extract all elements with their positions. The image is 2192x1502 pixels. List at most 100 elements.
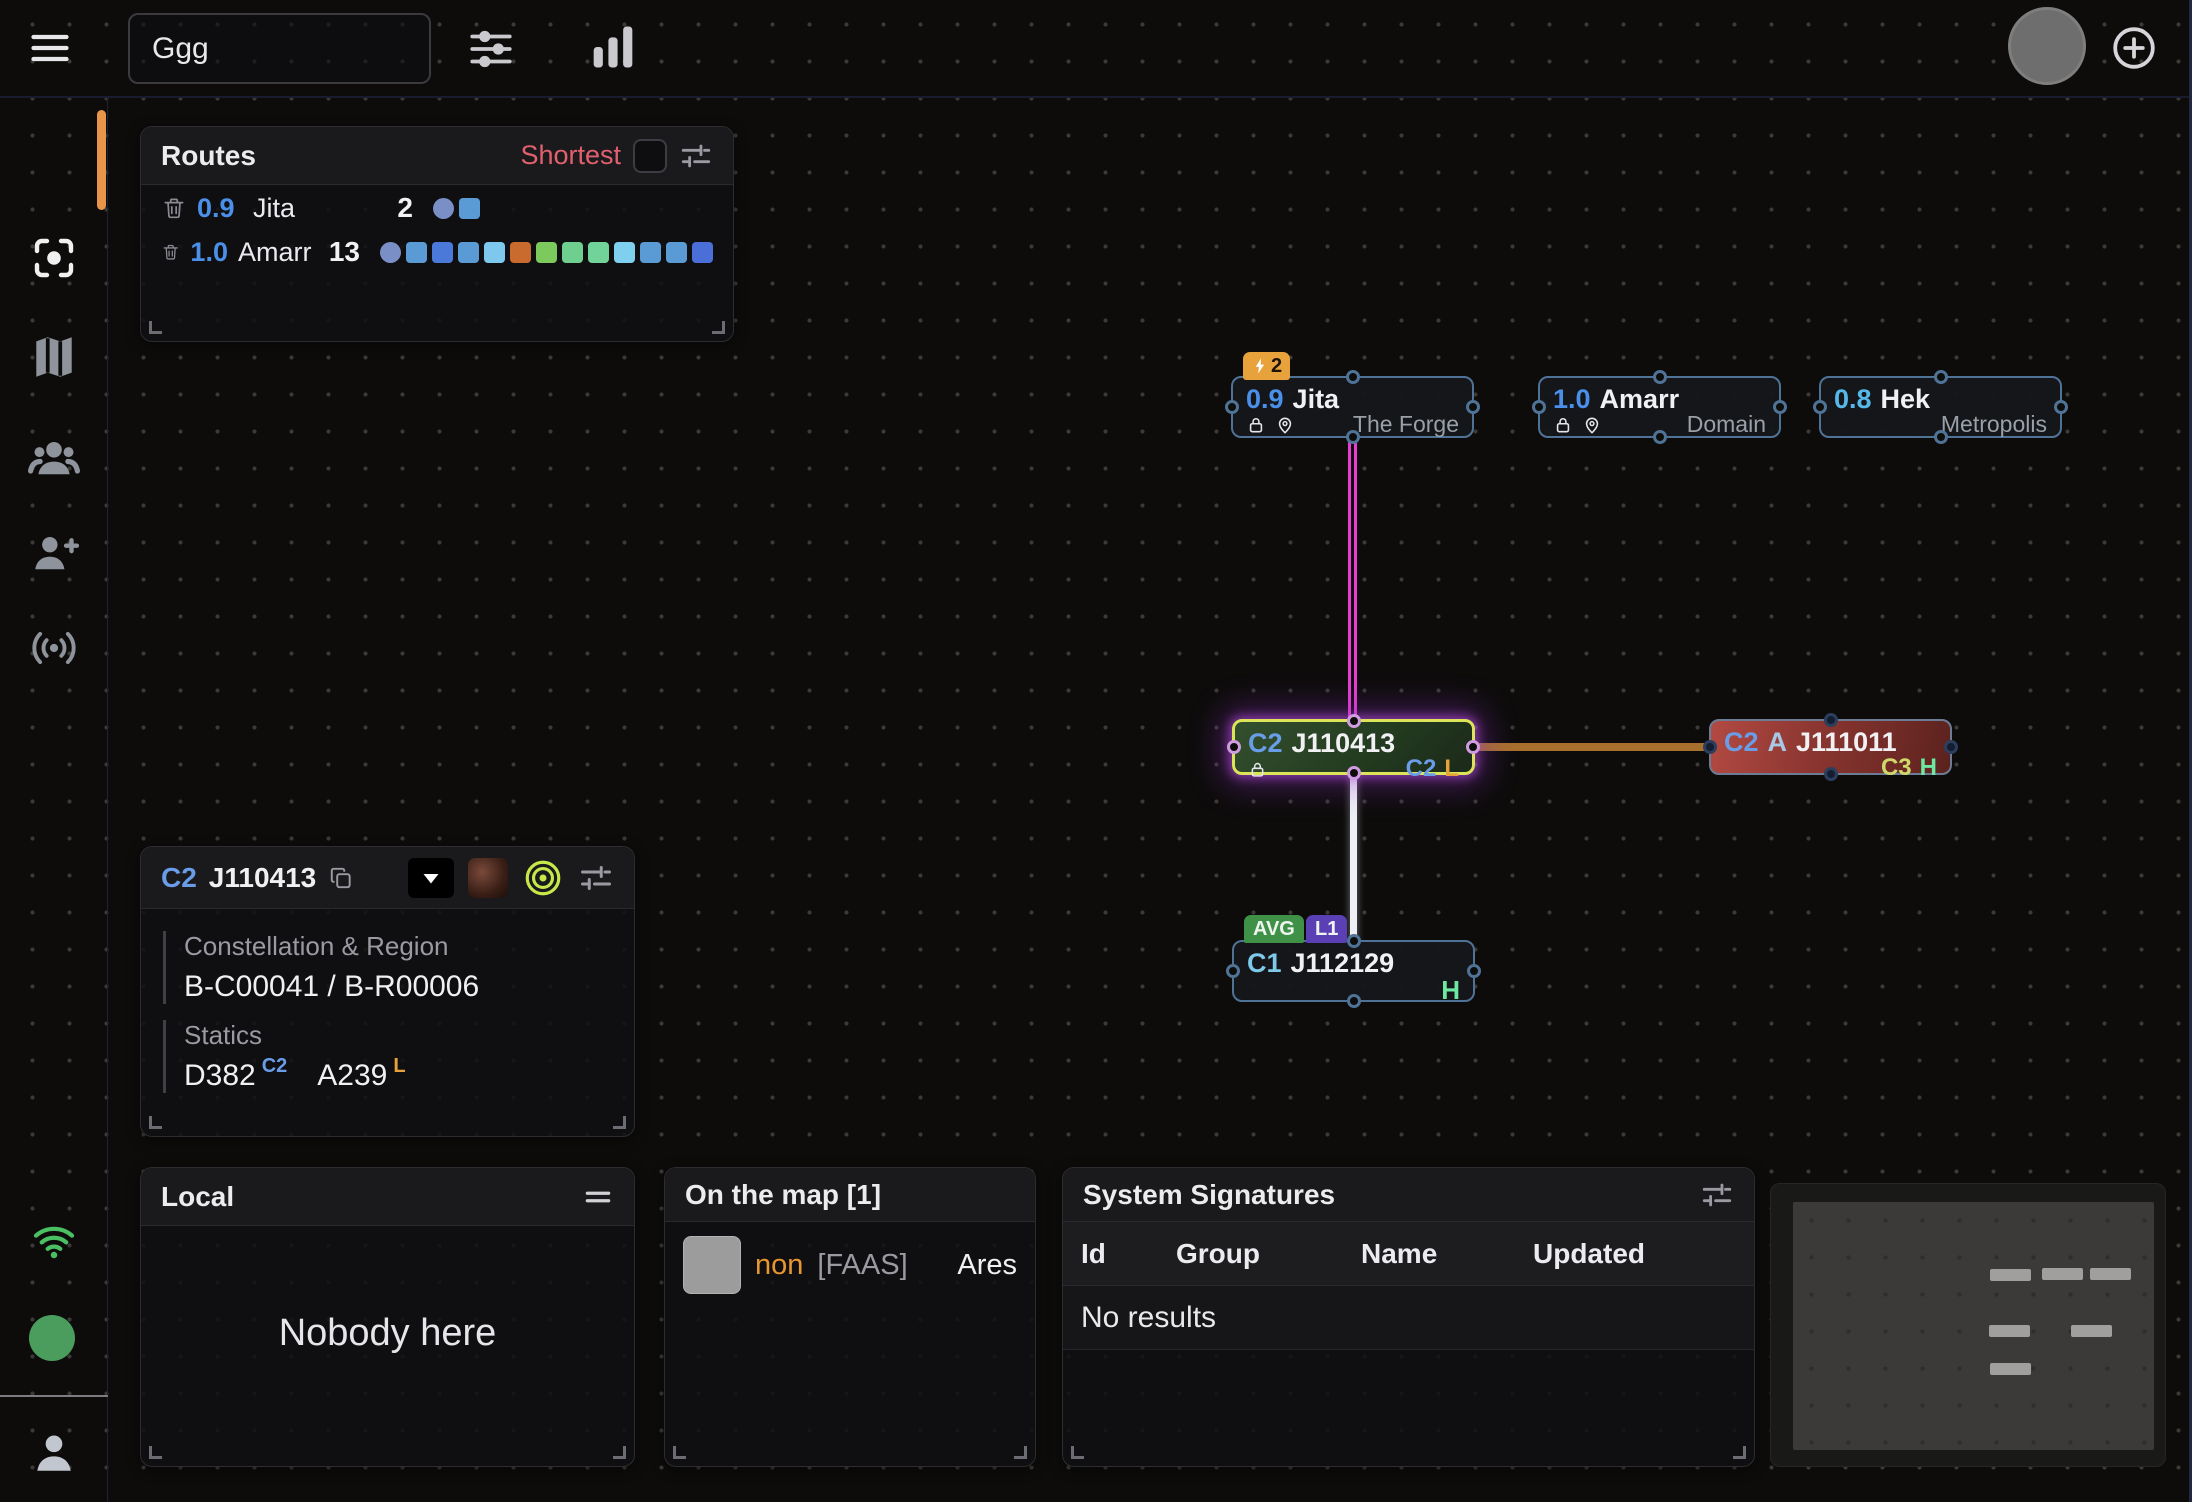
route-mode-label[interactable]: Shortest	[520, 140, 621, 171]
resize-handle[interactable]	[149, 1116, 162, 1129]
sidebar-item-add-character[interactable]	[0, 528, 108, 578]
effect-label: H	[1441, 977, 1460, 1003]
signatures-settings-icon[interactable]	[1700, 1178, 1734, 1212]
copy-icon[interactable]	[328, 865, 354, 891]
routes-title: Routes	[161, 140, 256, 172]
route-jump-dot	[562, 242, 583, 263]
map-settings-sliders-icon[interactable]	[466, 24, 516, 74]
connection-handle[interactable]	[1225, 400, 1239, 414]
planet-thumbnail[interactable]	[468, 858, 508, 898]
sidebar-item-characters[interactable]	[0, 432, 108, 484]
map-node-j111011[interactable]: C2AJ111011 C3H	[1709, 719, 1952, 775]
pin-icon	[1582, 415, 1602, 435]
map-node-j112129[interactable]: AVG L1 C1J112129 H	[1232, 940, 1475, 1002]
sidebar-item-profile[interactable]	[0, 1428, 108, 1478]
section-label: Constellation & Region	[184, 931, 612, 962]
route-row[interactable]: 0.9 Jita 2	[141, 187, 733, 229]
connection-handle[interactable]	[1226, 964, 1240, 978]
signatures-header[interactable]: System Signatures	[1063, 1168, 1754, 1222]
connection-handle[interactable]	[1347, 994, 1361, 1008]
connection-handle[interactable]	[1346, 370, 1360, 384]
resize-handle[interactable]	[1071, 1446, 1084, 1459]
user-avatar[interactable]	[2008, 7, 2086, 85]
column-updated[interactable]: Updated	[1533, 1238, 1645, 1270]
connection-handle[interactable]	[1944, 740, 1958, 754]
connection-handle[interactable]	[1824, 767, 1838, 781]
route-jump-count: 13	[329, 236, 360, 268]
add-icon[interactable]	[2110, 24, 2158, 72]
info-settings-icon[interactable]	[578, 860, 614, 896]
connection-handle[interactable]	[1347, 934, 1361, 948]
resize-handle[interactable]	[1014, 1446, 1027, 1459]
wormhole-connection-j110413-j111011[interactable]	[1473, 743, 1711, 751]
connection-handle[interactable]	[1653, 370, 1667, 384]
connection-handle[interactable]	[1703, 740, 1717, 754]
scan-target-icon[interactable]	[522, 857, 564, 899]
shortest-checkbox[interactable]	[633, 139, 667, 173]
connection-handle[interactable]	[1346, 430, 1360, 444]
delete-route-icon[interactable]	[161, 195, 187, 221]
resize-handle[interactable]	[613, 1446, 626, 1459]
wormhole-connection-j110413-j112129[interactable]	[1350, 772, 1357, 944]
connection-handle[interactable]	[1227, 740, 1241, 754]
route-jump-dot	[484, 242, 505, 263]
routes-header[interactable]: Routes Shortest	[141, 127, 733, 185]
map-node-j110413-selected[interactable]: C2J110413 C2L	[1232, 719, 1475, 775]
rating-dropdown-button[interactable]	[408, 858, 454, 898]
menu-icon[interactable]	[26, 26, 74, 70]
resize-handle[interactable]	[613, 1116, 626, 1129]
delete-route-icon[interactable]	[161, 239, 180, 265]
routes-settings-icon[interactable]	[679, 139, 713, 173]
map-node-jita[interactable]: 2 0.9Jita The Forge	[1231, 376, 1474, 438]
connection-handle[interactable]	[1934, 370, 1948, 384]
signatures-empty-row: No results	[1063, 1286, 1754, 1350]
activity-chart-icon[interactable]	[584, 18, 642, 76]
focus-icon	[30, 234, 78, 282]
minimap-viewport[interactable]	[1793, 1202, 2154, 1450]
connection-handle[interactable]	[1466, 740, 1480, 754]
connection-handle[interactable]	[1824, 713, 1838, 727]
connection-handle[interactable]	[1813, 400, 1827, 414]
system-info-header[interactable]: C2 J110413	[141, 847, 634, 909]
resize-handle[interactable]	[712, 321, 725, 334]
connection-handle[interactable]	[1532, 400, 1546, 414]
connection-handle[interactable]	[1466, 400, 1480, 414]
connection-handle[interactable]	[1347, 714, 1361, 728]
connection-handle[interactable]	[1934, 430, 1948, 444]
route-destination[interactable]: Jita	[253, 193, 361, 224]
on-the-map-header[interactable]: On the map [1]	[665, 1168, 1035, 1222]
column-group[interactable]: Group	[1176, 1238, 1361, 1270]
route-jump-dot	[692, 242, 713, 263]
sidebar-item-maps[interactable]	[0, 332, 108, 382]
resize-handle[interactable]	[149, 1446, 162, 1459]
connection-handle[interactable]	[1467, 964, 1481, 978]
route-jump-dot	[588, 242, 609, 263]
sidebar-item-follow[interactable]	[0, 234, 108, 282]
users-icon	[28, 432, 80, 484]
column-name[interactable]: Name	[1361, 1238, 1533, 1270]
map-node-hek[interactable]: 0.8Hek Metropolis	[1819, 376, 2062, 438]
pilot-corp-ticker: [FAAS]	[817, 1249, 907, 1282]
connection-handle[interactable]	[1347, 766, 1361, 780]
resize-handle[interactable]	[673, 1446, 686, 1459]
map-node-amarr[interactable]: 1.0Amarr Domain	[1538, 376, 1781, 438]
system-name: J111011	[1796, 729, 1897, 756]
pilot-row[interactable]: non [FAAS] Ares	[665, 1222, 1035, 1294]
lightning-icon	[1251, 357, 1269, 375]
resize-handle[interactable]	[1733, 1446, 1746, 1459]
connection-handle[interactable]	[1773, 400, 1787, 414]
resize-handle[interactable]	[149, 321, 162, 334]
route-destination[interactable]: Amarr	[238, 237, 319, 268]
sidebar-item-broadcast[interactable]	[0, 622, 108, 674]
column-id[interactable]: Id	[1081, 1238, 1176, 1270]
map-select[interactable]: Ggg	[128, 13, 431, 84]
route-security: 1.0	[190, 237, 228, 268]
wormhole-connection-jita-j110413[interactable]	[1348, 438, 1357, 721]
connection-handle[interactable]	[2054, 400, 2068, 414]
local-header[interactable]: Local	[141, 1168, 634, 1226]
local-menu-icon[interactable]	[582, 1181, 614, 1213]
effect-label: L	[1444, 757, 1459, 781]
connection-handle[interactable]	[1653, 430, 1667, 444]
minimap-panel[interactable]	[1770, 1183, 2166, 1467]
route-row[interactable]: 1.0 Amarr 13	[141, 231, 733, 273]
